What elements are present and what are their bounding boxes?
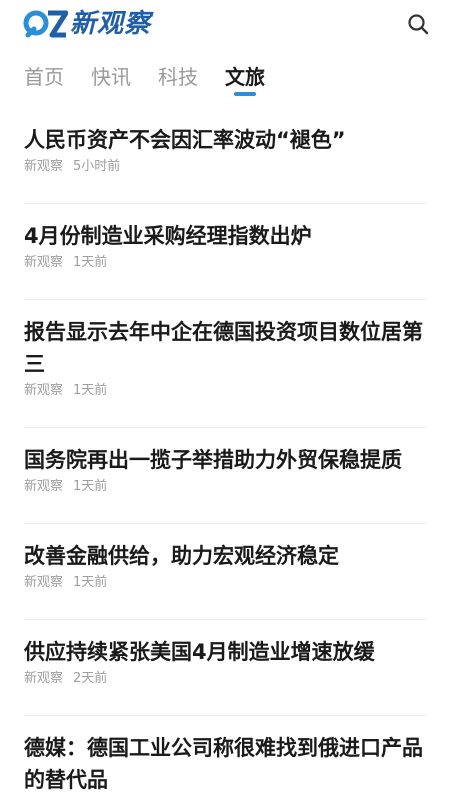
news-meta: 新观察 1天前 xyxy=(24,382,426,400)
news-source: 新观察 xyxy=(24,479,64,494)
news-time: 1天前 xyxy=(73,383,108,398)
news-time: 1天前 xyxy=(73,575,108,590)
news-meta: 新观察 5小时前 xyxy=(24,158,426,176)
news-title: 国务院再出一揽子举措助力外贸保稳提质 xyxy=(24,448,402,472)
news-meta: 新观察 1天前 xyxy=(24,254,426,272)
news-meta: 新观察 1天前 xyxy=(24,478,426,496)
news-item[interactable]: 供应持续紧张美国4月制造业增速放缓 新观察 2天前 xyxy=(24,636,426,716)
logo-mark-icon xyxy=(23,10,68,38)
search-button[interactable] xyxy=(406,12,430,36)
tab-home[interactable]: 首页 xyxy=(24,64,64,90)
tab-flash-news[interactable]: 快讯 xyxy=(91,64,131,90)
news-title: 4月份制造业采购经理指数出炉 xyxy=(24,224,312,248)
news-title: 德媒：德国工业公司称很难找到俄进口产品的替代品 xyxy=(24,736,423,792)
news-source: 新观察 xyxy=(24,159,64,174)
news-time: 1天前 xyxy=(73,255,108,270)
news-meta: 新观察 2天前 xyxy=(24,670,426,688)
category-tabs: 首页 快讯 科技 文旅 xyxy=(0,56,450,100)
app-header: 新观察 xyxy=(0,0,450,46)
news-meta: 新观察 1天前 xyxy=(24,574,426,592)
news-item[interactable]: 报告显示去年中企在德国投资项目数位居第三 新观察 1天前 xyxy=(24,316,426,428)
tab-culture-travel[interactable]: 文旅 xyxy=(225,64,265,90)
news-item[interactable]: 德媒：德国工业公司称很难找到俄进口产品的替代品 xyxy=(24,732,426,800)
search-icon xyxy=(408,14,429,35)
active-tab-indicator xyxy=(234,92,256,96)
news-item[interactable]: 4月份制造业采购经理指数出炉 新观察 1天前 xyxy=(24,220,426,300)
news-title: 改善金融供给，助力宏观经济稳定 xyxy=(24,544,339,568)
app-logo[interactable]: 新观察 xyxy=(22,8,151,40)
news-item[interactable]: 人民币资产不会因汇率波动“褪色” 新观察 5小时前 xyxy=(24,124,426,204)
news-item[interactable]: 改善金融供给，助力宏观经济稳定 新观察 1天前 xyxy=(24,540,426,620)
news-source: 新观察 xyxy=(24,255,64,270)
news-item[interactable]: 国务院再出一揽子举措助力外贸保稳提质 新观察 1天前 xyxy=(24,444,426,524)
news-title: 报告显示去年中企在德国投资项目数位居第三 xyxy=(24,320,423,376)
news-time: 5小时前 xyxy=(73,159,121,174)
tab-tech[interactable]: 科技 xyxy=(158,64,198,90)
news-title: 人民币资产不会因汇率波动“褪色” xyxy=(24,128,346,152)
news-source: 新观察 xyxy=(24,383,64,398)
news-source: 新观察 xyxy=(24,575,64,590)
news-title: 供应持续紧张美国4月制造业增速放缓 xyxy=(24,640,375,664)
news-source: 新观察 xyxy=(24,671,64,686)
news-time: 1天前 xyxy=(73,479,108,494)
logo-text: 新观察 xyxy=(70,9,152,39)
news-time: 2天前 xyxy=(73,671,108,686)
